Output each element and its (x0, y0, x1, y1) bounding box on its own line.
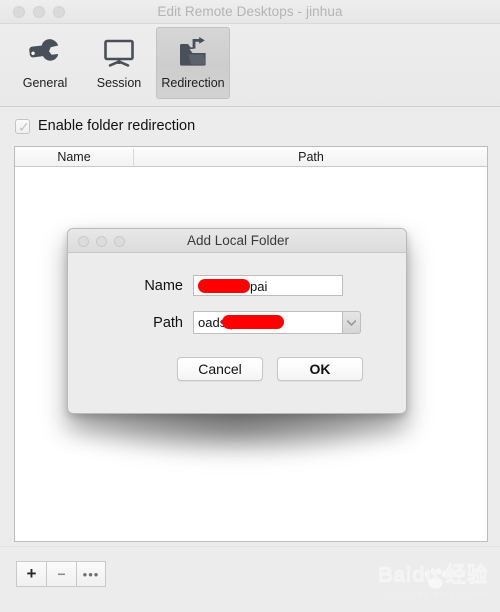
preferences-toolbar: General Session Redirection (0, 24, 500, 107)
toolbar-item-redirection-label: Redirection (161, 76, 225, 90)
folder-name-row: Name pai (68, 275, 406, 296)
wrench-icon (28, 34, 62, 72)
checkmark-icon: ✓ (18, 118, 30, 135)
window-titlebar: Edit Remote Desktops - jinhua (0, 0, 500, 24)
dialog-buttons: Cancel OK (68, 357, 406, 381)
ok-button[interactable]: OK (277, 357, 363, 381)
toolbar-item-redirection[interactable]: Redirection (156, 27, 230, 99)
monitor-icon (102, 34, 136, 72)
cancel-button[interactable]: Cancel (177, 357, 263, 381)
dialog-body: Name pai Path oads pai Cancel OK (68, 253, 406, 413)
folder-path-field[interactable]: oads pai (193, 311, 343, 334)
enable-folder-redirection-row[interactable]: ✓ Enable folder redirection (15, 118, 196, 135)
toolbar-item-session-label: Session (96, 76, 142, 90)
dialog-titlebar: Add Local Folder (68, 229, 406, 253)
chevron-down-icon[interactable] (343, 311, 361, 334)
table-header: Name Path (15, 147, 487, 167)
window-title: Edit Remote Desktops - jinhua (157, 4, 343, 19)
more-options-button[interactable]: ••• (76, 561, 106, 587)
folder-export-icon (176, 34, 210, 72)
column-header-name[interactable]: Name (15, 147, 133, 167)
folder-path-row: Path oads pai (68, 311, 406, 334)
add-local-folder-dialog: Add Local Folder Name pai Path oads pai (67, 228, 407, 414)
toolbar-item-general[interactable]: General (8, 27, 82, 99)
folder-actions-segmented-control: + − ••• (16, 561, 106, 587)
folder-name-redaction (198, 279, 250, 293)
remove-folder-button[interactable]: − (46, 561, 76, 587)
folder-path-combobox[interactable]: oads pai (193, 311, 361, 334)
column-header-path[interactable]: Path (134, 147, 488, 167)
baidu-paw-icon (424, 568, 447, 589)
edit-remote-desktops-window: Edit Remote Desktops - jinhua General Se… (0, 0, 500, 612)
bottom-toolbar: + − ••• Baidu 经验 jingyan.baidu.com (0, 546, 500, 612)
folder-path-value: oads pai (198, 315, 248, 330)
folder-name-value: pai (250, 279, 268, 294)
enable-folder-redirection-checkbox[interactable]: ✓ (15, 118, 30, 135)
toolbar-item-session[interactable]: Session (82, 27, 156, 99)
enable-folder-redirection-label: Enable folder redirection (38, 118, 196, 134)
folder-path-label: Path (153, 314, 183, 331)
folder-name-field[interactable]: pai (193, 275, 343, 296)
watermark-url: jingyan.baidu.com (391, 589, 488, 600)
folder-name-label: Name (144, 277, 183, 294)
dialog-title: Add Local Folder (186, 233, 290, 248)
toolbar-item-general-label: General (22, 76, 68, 90)
add-folder-button[interactable]: + (16, 561, 46, 587)
